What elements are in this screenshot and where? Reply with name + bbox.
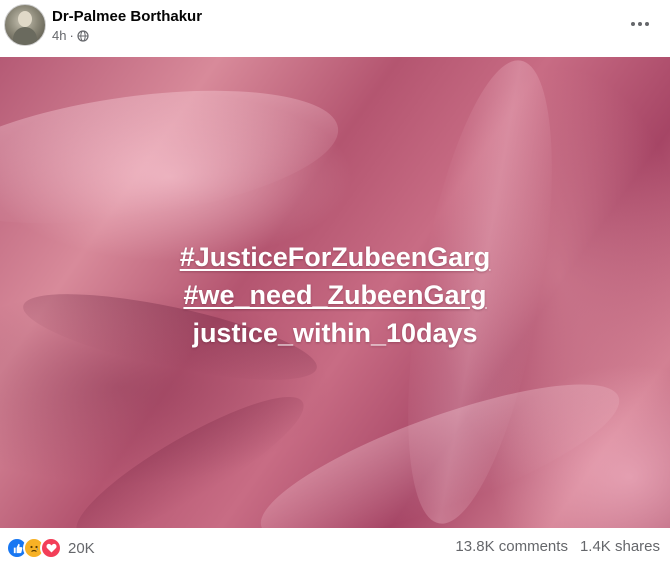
post-time[interactable]: 4h [52, 28, 66, 43]
post-image[interactable]: #JusticeForZubeenGarg #we_need_ZubeenGar… [0, 57, 670, 528]
post-meta: 4h · [52, 28, 89, 43]
author-name[interactable]: Dr-Palmee Borthakur [52, 8, 202, 25]
post-header: Dr-Palmee Borthakur 4h · [0, 0, 670, 56]
hashtag-justice-for-zubeen-garg[interactable]: #JusticeForZubeenGarg [180, 242, 491, 272]
post-footer: 20K 13.8K comments 1.4K shares [0, 528, 670, 563]
shares-count-link[interactable]: 1.4K shares [580, 538, 660, 555]
meta-separator: · [69, 28, 74, 43]
post-stats: 13.8K comments 1.4K shares [455, 538, 660, 555]
love-icon [40, 537, 62, 559]
globe-icon[interactable] [77, 29, 89, 42]
justice-within-10days-text: justice_within_10days [192, 318, 478, 348]
image-overlay-text: #JusticeForZubeenGarg #we_need_ZubeenGar… [0, 238, 670, 352]
reaction-count[interactable]: 20K [68, 540, 95, 557]
more-options-button[interactable] [624, 10, 656, 38]
comments-count-link[interactable]: 13.8K comments [455, 538, 568, 555]
post-card: Dr-Palmee Borthakur 4h · #JusticeForZube… [0, 0, 670, 563]
hashtag-we-need-zubeen-garg[interactable]: #we_need_ZubeenGarg [183, 280, 486, 310]
reactions-summary[interactable]: 20K [6, 537, 95, 559]
more-options-icon [631, 22, 635, 26]
avatar[interactable] [4, 4, 46, 46]
